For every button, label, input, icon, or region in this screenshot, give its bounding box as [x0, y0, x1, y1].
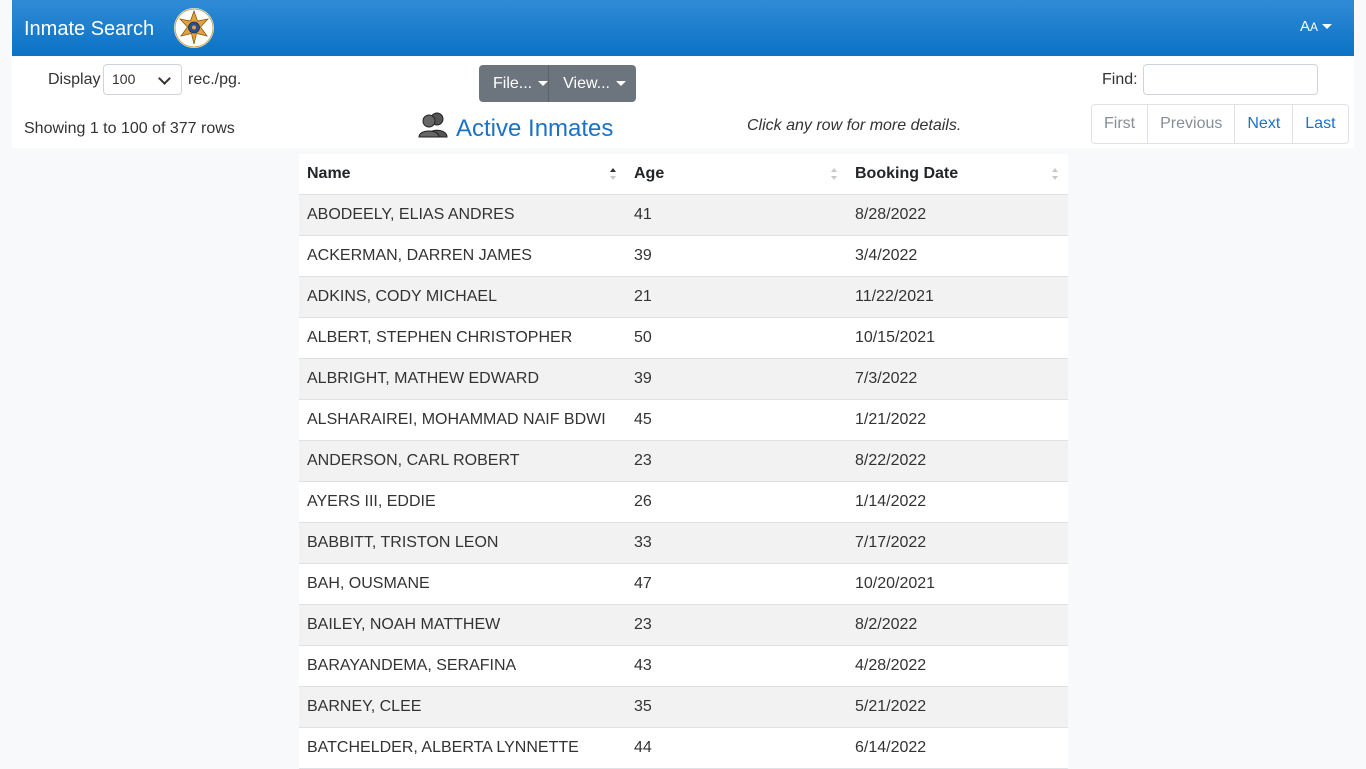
pagination: First Previous Next Last	[1091, 104, 1349, 144]
sort-icon	[1052, 168, 1058, 180]
cell-age: 23	[626, 440, 847, 482]
chevron-down-icon	[158, 72, 171, 85]
cell-name: BARAYANDEMA, SERAFINA	[299, 645, 626, 687]
cell-age: 44	[626, 727, 847, 769]
records-per-page-select[interactable]: 100	[103, 64, 182, 95]
cell-age: 43	[626, 645, 847, 687]
column-header-name[interactable]: Name	[299, 154, 626, 195]
table-row[interactable]: ADKINS, CODY MICHAEL 21 11/22/2021	[299, 276, 1068, 318]
table-row[interactable]: AYERS III, EDDIE 26 1/14/2022	[299, 481, 1068, 523]
page-title: Active Inmates	[418, 112, 613, 145]
cell-age: 50	[626, 317, 847, 359]
file-view-button-group: File... View...	[479, 65, 636, 102]
pager-previous[interactable]: Previous	[1147, 105, 1235, 143]
pager-next[interactable]: Next	[1234, 105, 1293, 143]
find-label: Find:	[1102, 71, 1138, 88]
column-header-age[interactable]: Age	[626, 154, 847, 195]
cell-booking-date: 7/17/2022	[847, 522, 1068, 564]
table-row[interactable]: ABODEELY, ELIAS ANDRES 41 8/28/2022	[299, 194, 1068, 236]
font-size-dropdown[interactable]: AA	[1300, 18, 1332, 35]
cell-name: BABBITT, TRISTON LEON	[299, 522, 626, 564]
table-row[interactable]: BABBITT, TRISTON LEON 33 7/17/2022	[299, 522, 1068, 564]
pager-last[interactable]: Last	[1292, 105, 1348, 143]
cell-name: ABODEELY, ELIAS ANDRES	[299, 194, 626, 236]
cell-booking-date: 4/28/2022	[847, 645, 1068, 687]
records-per-page-label: rec./pg.	[188, 71, 242, 88]
table-row[interactable]: ALBERT, STEPHEN CHRISTOPHER 50 10/15/2021	[299, 317, 1068, 359]
sort-ascending-icon	[610, 168, 616, 180]
pager-first[interactable]: First	[1092, 105, 1148, 143]
caret-down-icon	[538, 81, 549, 86]
file-menu-button[interactable]: File...	[479, 65, 549, 102]
showing-count: Showing 1 to 100 of 377 rows	[24, 120, 235, 137]
cell-booking-date: 3/4/2022	[847, 235, 1068, 277]
cell-booking-date: 8/22/2022	[847, 440, 1068, 482]
top-navbar: Inmate Search AA	[12, 0, 1354, 56]
cell-age: 45	[626, 399, 847, 441]
cell-age: 39	[626, 235, 847, 277]
table-row[interactable]: ALBRIGHT, MATHEW EDWARD 39 7/3/2022	[299, 358, 1068, 400]
chevron-down-icon	[1322, 24, 1332, 29]
table-row[interactable]: ACKERMAN, DARREN JAMES 39 3/4/2022	[299, 235, 1068, 277]
cell-age: 23	[626, 604, 847, 646]
cell-age: 41	[626, 194, 847, 236]
cell-age: 21	[626, 276, 847, 318]
table-row[interactable]: BARNEY, CLEE 35 5/21/2022	[299, 686, 1068, 728]
app-title[interactable]: Inmate Search	[24, 16, 154, 42]
inmates-table: Name Age Booking Date ABODEELY, ELIAS AN…	[299, 154, 1068, 769]
records-per-page-value: 100	[112, 71, 136, 87]
view-menu-label: View...	[563, 74, 610, 92]
cell-booking-date: 1/14/2022	[847, 481, 1068, 523]
cell-name: BARNEY, CLEE	[299, 686, 626, 728]
cell-booking-date: 6/14/2022	[847, 727, 1068, 769]
cell-booking-date: 10/15/2021	[847, 317, 1068, 359]
cell-age: 26	[626, 481, 847, 523]
column-header-label: Name	[307, 165, 351, 182]
view-menu-button[interactable]: View...	[548, 65, 626, 102]
page-title-text: Active Inmates	[456, 114, 614, 142]
file-menu-label: File...	[493, 74, 533, 92]
cell-name: ANDERSON, CARL ROBERT	[299, 440, 626, 482]
table-row[interactable]: BATCHELDER, ALBERTA LYNNETTE 44 6/14/2022	[299, 727, 1068, 769]
controls-panel: Display 100 rec./pg. File... View... Fin…	[12, 56, 1354, 148]
display-label: Display	[48, 71, 101, 88]
table-row[interactable]: ANDERSON, CARL ROBERT 23 8/22/2022	[299, 440, 1068, 482]
table-header-row: Name Age Booking Date	[299, 154, 1068, 195]
font-size-label: AA	[1299, 18, 1318, 35]
cell-name: BAILEY, NOAH MATTHEW	[299, 604, 626, 646]
cell-name: BATCHELDER, ALBERTA LYNNETTE	[299, 727, 626, 769]
table-row[interactable]: ALSHARAIREI, MOHAMMAD NAIF BDWI 45 1/21/20…	[299, 399, 1068, 441]
caret-down-icon	[615, 81, 626, 86]
cell-name: BAH, OUSMANE	[299, 563, 626, 605]
cell-age: 33	[626, 522, 847, 564]
column-header-label: Booking Date	[855, 165, 959, 182]
cell-age: 39	[626, 358, 847, 400]
cell-booking-date: 5/21/2022	[847, 686, 1068, 728]
people-icon	[418, 112, 448, 145]
cell-name: ALBRIGHT, MATHEW EDWARD	[299, 358, 626, 400]
cell-age: 35	[626, 686, 847, 728]
column-header-booking-date[interactable]: Booking Date	[847, 154, 1068, 195]
cell-name: ADKINS, CODY MICHAEL	[299, 276, 626, 318]
row-click-hint: Click any row for more details.	[747, 117, 962, 134]
cell-name: AYERS III, EDDIE	[299, 481, 626, 523]
cell-booking-date: 11/22/2021	[847, 276, 1068, 318]
table-row[interactable]: BAILEY, NOAH MATTHEW 23 8/2/2022	[299, 604, 1068, 646]
cell-age: 47	[626, 563, 847, 605]
table-row[interactable]: BARAYANDEMA, SERAFINA 43 4/28/2022	[299, 645, 1068, 687]
cell-name: ALBERT, STEPHEN CHRISTOPHER	[299, 317, 626, 359]
sheriff-badge-icon	[174, 8, 214, 48]
table-row[interactable]: BAH, OUSMANE 47 10/20/2021	[299, 563, 1068, 605]
cell-booking-date: 10/20/2021	[847, 563, 1068, 605]
find-input[interactable]	[1143, 64, 1318, 95]
cell-booking-date: 1/21/2022	[847, 399, 1068, 441]
cell-name: ACKERMAN, DARREN JAMES	[299, 235, 626, 277]
cell-booking-date: 7/3/2022	[847, 358, 1068, 400]
cell-booking-date: 8/2/2022	[847, 604, 1068, 646]
inmates-table-container: Name Age Booking Date ABODEELY, ELIAS AN…	[299, 154, 1068, 769]
sort-icon	[831, 168, 837, 180]
column-header-label: Age	[634, 165, 665, 182]
cell-booking-date: 8/28/2022	[847, 194, 1068, 236]
cell-name: ALSHARAIREI, MOHAMMAD NAIF BDWI	[299, 399, 626, 441]
